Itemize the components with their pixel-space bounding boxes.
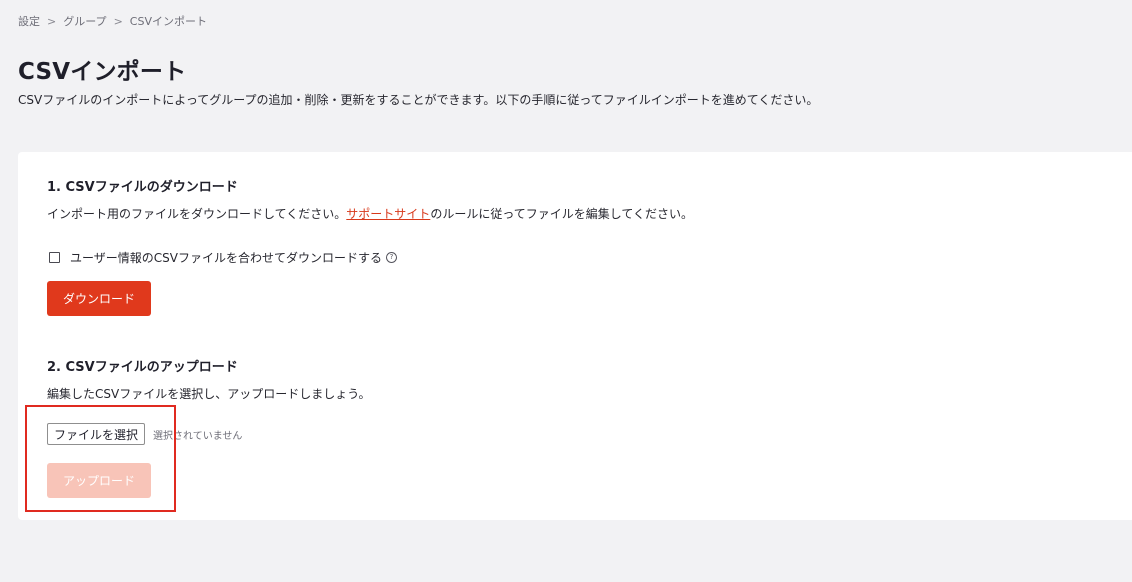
download-desc-before: インポート用のファイルをダウンロードしてください。 bbox=[47, 207, 347, 221]
file-input: ファイルを選択 選択されていません bbox=[47, 423, 242, 445]
page-description: CSVファイルのインポートによってグループの追加・削除・更新をすることができます… bbox=[18, 93, 819, 107]
breadcrumb: 設定 > グループ > CSVインポート bbox=[18, 13, 207, 29]
csv-import-page: 設定 > グループ > CSVインポート CSVインポート CSVファイルのイン… bbox=[0, 0, 1132, 582]
help-icon[interactable]: ? bbox=[385, 252, 397, 263]
include-users-checkbox-row[interactable]: ユーザー情報のCSVファイルを合わせてダウンロードする ? bbox=[49, 249, 397, 266]
breadcrumb-item-group[interactable]: グループ bbox=[63, 13, 106, 29]
support-site-link[interactable]: サポートサイト bbox=[346, 207, 430, 221]
include-users-checkbox[interactable] bbox=[49, 252, 60, 263]
breadcrumb-item-csv-import: CSVインポート bbox=[129, 15, 207, 28]
upload-section-description: 編集したCSVファイルを選択し、アップロードしましょう。 bbox=[47, 387, 371, 401]
breadcrumb-item-settings[interactable]: 設定 bbox=[18, 13, 40, 29]
include-users-checkbox-label: ユーザー情報のCSVファイルを合わせてダウンロードする bbox=[70, 251, 382, 265]
download-desc-after: のルールに従ってファイルを編集してください。 bbox=[430, 207, 693, 221]
breadcrumb-separator: > bbox=[47, 14, 57, 28]
page-title: CSVインポート bbox=[18, 59, 187, 85]
upload-button[interactable]: アップロード bbox=[47, 463, 151, 498]
import-card: 1. CSVファイルのダウンロード インポート用のファイルをダウンロードしてくだ… bbox=[18, 152, 1132, 520]
upload-section-title: 2. CSVファイルのアップロード bbox=[47, 360, 238, 375]
download-button[interactable]: ダウンロード bbox=[47, 281, 151, 316]
file-status-text: 選択されていません bbox=[153, 430, 243, 442]
download-section-description: インポート用のファイルをダウンロードしてください。サポートサイトのルールに従って… bbox=[47, 205, 693, 222]
breadcrumb-separator: > bbox=[113, 14, 123, 28]
download-section-title: 1. CSVファイルのダウンロード bbox=[47, 180, 238, 195]
choose-file-button[interactable]: ファイルを選択 bbox=[47, 423, 146, 445]
